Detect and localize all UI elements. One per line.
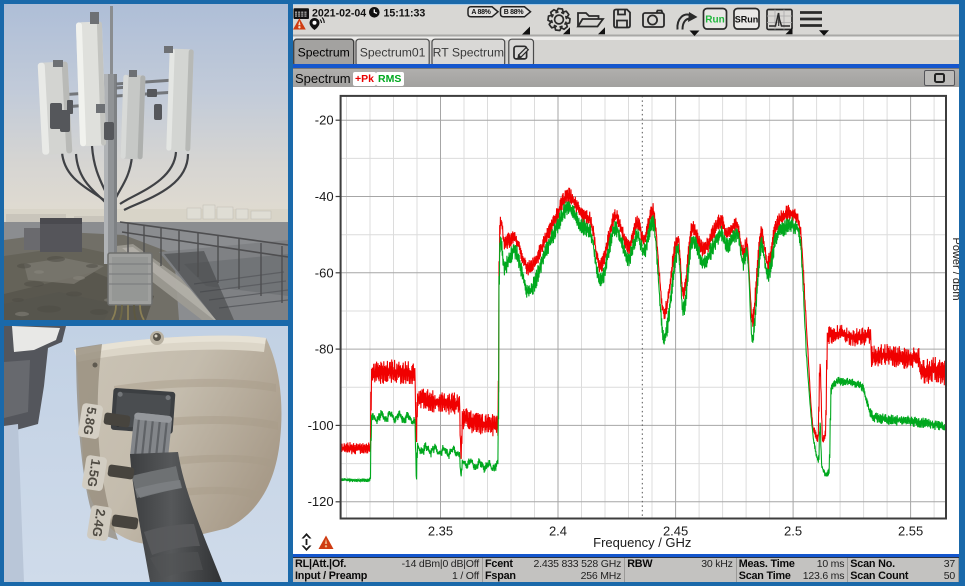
svg-text:15:11:33: 15:11:33 [384, 8, 426, 20]
svg-text:A 88%: A 88% [471, 9, 491, 16]
svg-text:Frequency / GHz: Frequency / GHz [593, 535, 691, 550]
svg-text:-80: -80 [315, 342, 334, 357]
svg-text:2.5: 2.5 [784, 524, 802, 539]
svg-text:Spectrum01: Spectrum01 [360, 45, 426, 59]
svg-text:Run: Run [705, 14, 724, 25]
svg-text:-60: -60 [315, 265, 334, 280]
svg-text:-120: -120 [308, 494, 334, 509]
svg-text:-100: -100 [308, 418, 334, 433]
svg-text:-20: -20 [315, 113, 334, 128]
svg-text:B 88%: B 88% [504, 9, 525, 16]
svg-text:2.35: 2.35 [428, 524, 453, 539]
svg-text:RT Spectrum: RT Spectrum [433, 45, 504, 59]
svg-text:SRun: SRun [735, 14, 759, 24]
svg-text:Spectrum: Spectrum [298, 45, 350, 59]
svg-text:2.55: 2.55 [898, 524, 923, 539]
svg-text:Power / dBm: Power / dBm [950, 238, 959, 301]
svg-text:-40: -40 [315, 189, 334, 204]
svg-text:2021-02-04: 2021-02-04 [312, 8, 366, 20]
svg-text:2.4: 2.4 [549, 524, 567, 539]
